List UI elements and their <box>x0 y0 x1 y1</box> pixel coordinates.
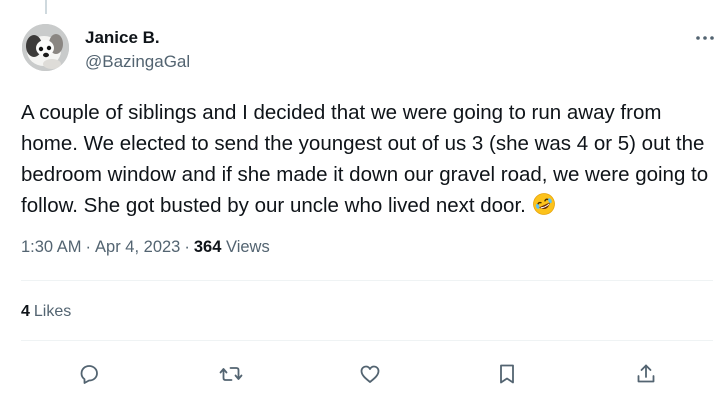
avatar[interactable] <box>22 24 69 71</box>
bookmark-icon <box>500 364 514 384</box>
views-count: 364 <box>193 238 222 256</box>
more-options-button[interactable] <box>690 28 720 48</box>
retweet-icon <box>219 367 243 381</box>
action-bar <box>0 355 728 393</box>
retweet-button[interactable] <box>212 355 250 393</box>
likes-count: 4 <box>21 303 30 320</box>
tweet-timestamp-date[interactable]: Apr 4, 2023 <box>95 238 180 256</box>
bookmark-button[interactable] <box>488 355 526 393</box>
more-horizontal-icon <box>696 36 714 40</box>
tweet-body: A couple of siblings and I decided that … <box>21 97 711 225</box>
share-icon <box>637 364 655 383</box>
tweet-metadata: 1:30 AM · Apr 4, 2023 · 364 Views <box>21 236 270 258</box>
likes-label: Likes <box>33 303 72 320</box>
tweet-detail: Janice B. @BazingaGal A couple of siblin… <box>0 0 728 410</box>
views-label: Views <box>225 238 270 256</box>
divider <box>21 280 713 281</box>
divider <box>21 340 713 341</box>
like-button[interactable] <box>351 355 389 393</box>
rolling-on-floor-laughing-emoji <box>532 192 556 225</box>
reply-button[interactable] <box>70 355 108 393</box>
author-handle[interactable]: @BazingaGal <box>85 52 190 72</box>
avatar-dog-image <box>22 24 69 71</box>
tweet-text: A couple of siblings and I decided that … <box>21 101 709 217</box>
thread-connector-line <box>45 0 47 14</box>
heart-icon <box>360 365 380 383</box>
meta-separator: · <box>184 238 190 256</box>
likes-link[interactable]: 4 Likes <box>21 302 71 322</box>
author-name[interactable]: Janice B. <box>85 28 160 48</box>
reply-icon <box>80 365 98 384</box>
tweet-timestamp-time[interactable]: 1:30 AM <box>21 238 82 256</box>
meta-separator: · <box>85 238 92 256</box>
share-button[interactable] <box>627 355 665 393</box>
